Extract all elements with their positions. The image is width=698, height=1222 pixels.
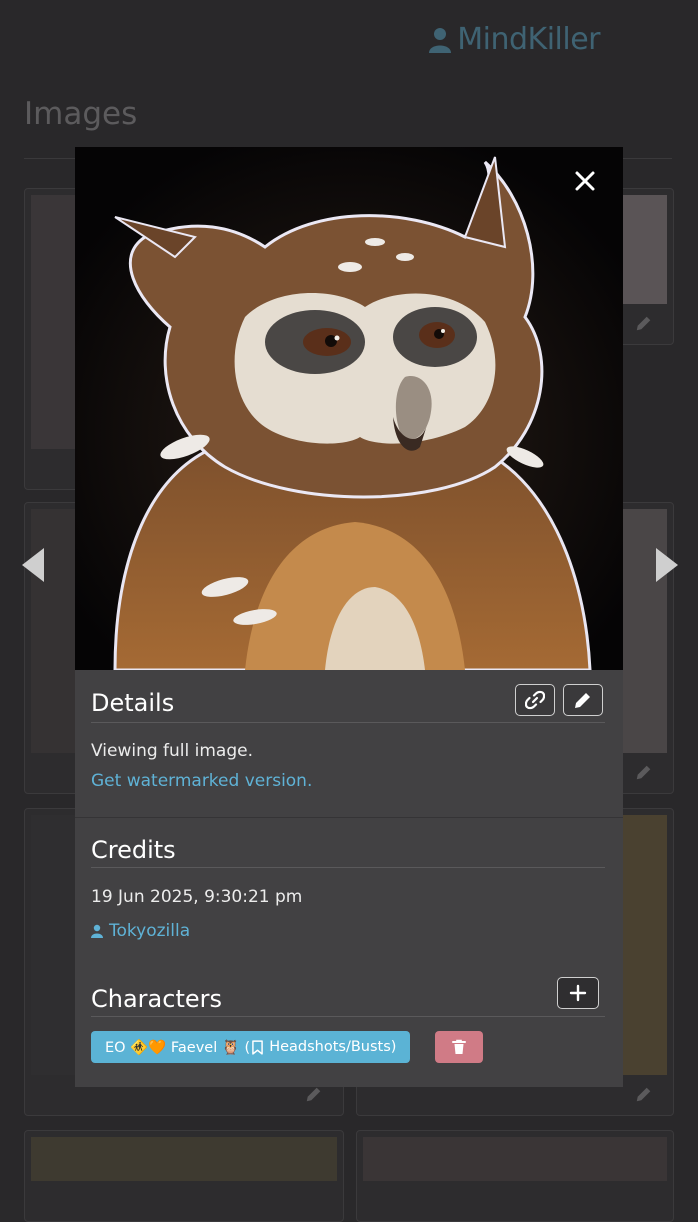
artist-name: Tokyozilla	[109, 921, 191, 941]
gallery-card[interactable]	[356, 1130, 674, 1222]
delete-character-button[interactable]	[435, 1031, 483, 1063]
link-icon	[525, 690, 545, 710]
close-button[interactable]	[573, 169, 597, 193]
upload-timestamp: 19 Jun 2025, 9:30:21 pm	[91, 887, 303, 907]
characters-section: Characters EO 🚸🧡 Faevel 🦉 ( Headshots/Bu…	[91, 977, 605, 1073]
add-character-button[interactable]	[557, 977, 599, 1009]
plus-icon	[569, 984, 587, 1002]
credits-divider	[91, 867, 605, 868]
card-edit-button[interactable]	[621, 757, 667, 787]
details-section: Details Viewing full image. Get watermar…	[91, 684, 605, 797]
owl-artwork	[75, 147, 623, 670]
previous-image-button[interactable]	[22, 548, 44, 582]
chevron-right-icon	[656, 548, 678, 582]
copy-link-button[interactable]	[515, 684, 555, 716]
section-divider	[75, 817, 623, 818]
watermark-link[interactable]: Get watermarked version.	[91, 771, 312, 791]
close-icon	[575, 171, 595, 191]
card-edit-button[interactable]	[621, 308, 667, 338]
character-tag[interactable]: EO 🚸🧡 Faevel 🦉 ( Headshots/Busts)	[91, 1031, 411, 1063]
user-profile-link[interactable]: MindKiller	[429, 22, 600, 57]
view-status-text: Viewing full image.	[91, 741, 253, 761]
full-image	[75, 147, 623, 670]
pencil-icon	[636, 316, 651, 331]
characters-heading: Characters	[91, 985, 222, 1013]
next-image-button[interactable]	[656, 548, 678, 582]
user-icon	[429, 27, 452, 53]
character-tag-label: EO 🚸🧡 Faevel 🦉 (	[105, 1039, 251, 1056]
character-tag-folder: Headshots/Busts)	[269, 1039, 397, 1055]
credits-heading: Credits	[91, 836, 176, 864]
credits-section: Credits 19 Jun 2025, 9:30:21 pm Tokyozil…	[91, 835, 605, 945]
pencil-icon	[636, 1087, 651, 1102]
chevron-left-icon	[22, 548, 44, 582]
page-title: Images	[24, 96, 138, 132]
gallery-card[interactable]	[24, 1130, 344, 1222]
details-heading: Details	[91, 689, 175, 717]
trash-icon	[452, 1039, 466, 1054]
card-edit-button[interactable]	[621, 1079, 667, 1109]
bookmark-icon	[252, 1039, 264, 1055]
pencil-icon	[636, 765, 651, 780]
details-divider	[91, 722, 605, 723]
pencil-icon	[575, 693, 590, 708]
username: MindKiller	[457, 22, 600, 57]
image-viewer-modal: Details Viewing full image. Get watermar…	[75, 147, 623, 1087]
artist-link[interactable]: Tokyozilla	[91, 921, 190, 941]
edit-image-button[interactable]	[563, 684, 603, 716]
user-icon	[91, 924, 103, 938]
pencil-icon	[306, 1087, 321, 1102]
characters-divider	[91, 1016, 605, 1017]
